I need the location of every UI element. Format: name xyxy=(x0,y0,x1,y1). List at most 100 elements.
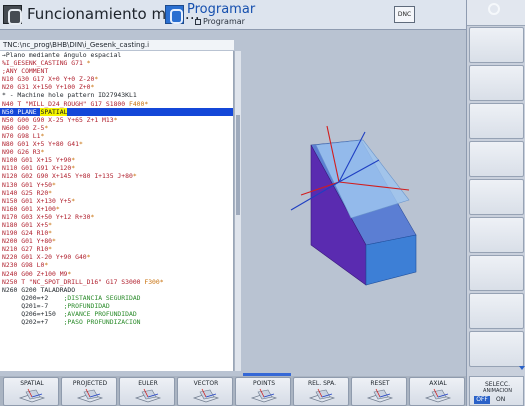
program-line[interactable]: N170 G03 X+50 Y+12 R+30* xyxy=(0,213,233,221)
gear-icon[interactable] xyxy=(488,3,500,15)
program-line[interactable]: N210 G27 R10* xyxy=(0,245,233,253)
program-line[interactable]: N130 G01 Y+50* xyxy=(0,181,233,189)
program-line-segment: * xyxy=(71,164,76,173)
program-line-segment: * xyxy=(48,229,53,238)
program-line-selected[interactable]: N50 PLANE SPATIAL xyxy=(0,107,233,116)
vertical-softkey-5[interactable] xyxy=(469,179,524,215)
program-line-segment: * xyxy=(78,140,83,149)
program-line[interactable]: N240 G00 Z+100 M9* xyxy=(0,270,233,278)
program-line-segment: N130 G01 Y+50 xyxy=(2,180,53,189)
program-line[interactable]: ;ANY COMMENT xyxy=(0,67,233,75)
softkey-reset[interactable]: RESET xyxy=(351,377,407,406)
program-line-segment: * xyxy=(90,83,95,92)
vertical-softkey-7[interactable] xyxy=(469,255,524,291)
program-line[interactable]: N80 G01 X+5 Y+80 G41* xyxy=(0,140,233,148)
vertical-softkey-9[interactable] xyxy=(469,331,524,367)
program-line-segment: N50 PLANE xyxy=(2,107,41,116)
program-line-segment: * xyxy=(52,237,56,246)
program-line[interactable]: N230 G98 L0* xyxy=(0,261,233,269)
program-line[interactable]: %I_GESENK_CASTING G71 * xyxy=(0,59,233,67)
program-line[interactable]: N160 G01 X+100* xyxy=(0,205,233,213)
header-bar: Funcionamiento man… Programar Programar … xyxy=(0,0,466,30)
program-line[interactable]: N150 G01 X+130 Y+5* xyxy=(0,197,233,205)
program-line-segment: N150 G01 X+130 Y+5 xyxy=(2,196,72,205)
program-line[interactable]: N100 G01 X+15 Y+90* xyxy=(0,156,233,164)
program-line-segment: N220 G01 X-20 Y+90 G40 xyxy=(2,253,87,262)
softkey-vector[interactable]: VECTOR xyxy=(177,377,233,406)
program-line-segment: N10 G30 G17 X+0 Y+0 Z-20 xyxy=(2,75,95,84)
program-line-segment: Q201=-7 xyxy=(2,301,64,310)
program-line[interactable]: N200 G01 Y+80* xyxy=(0,237,233,245)
vertical-softkey-2[interactable] xyxy=(469,65,524,101)
program-line-segment: N140 G25 R20 xyxy=(2,188,49,197)
program-line-segment: N250 T "NC_SPOT_DRILL_D16" G17 S3000 xyxy=(2,277,145,286)
program-line[interactable]: Q202=+7 ;PASO PROFUNDIZACION xyxy=(0,318,233,326)
program-line[interactable]: N70 G98 L1* xyxy=(0,132,233,140)
program-line-segment: F300* xyxy=(144,277,164,286)
program-line-segment: N100 G01 X+15 Y+90 xyxy=(2,156,72,165)
program-editor[interactable]: →Plano mediante ángulo espacial %I_GESENK… xyxy=(0,51,234,371)
vertical-softkey-8[interactable] xyxy=(469,293,524,329)
program-line[interactable]: Q206=+150 ;AVANCE PROFUNDIDAD xyxy=(0,310,233,318)
program-mode-icon[interactable] xyxy=(165,5,184,24)
program-title[interactable]: Programar xyxy=(187,2,255,17)
program-line[interactable]: N90 G26 R3* xyxy=(0,148,233,156)
program-line[interactable]: N60 G00 Z-5* xyxy=(0,124,233,132)
program-line[interactable]: N140 G25 R20* xyxy=(0,189,233,197)
program-line[interactable]: N220 G01 X-20 Y+90 G40* xyxy=(0,253,233,261)
machine-mode-icon[interactable] xyxy=(3,5,22,25)
program-line-segment: N260 G200 TALADRADO xyxy=(2,285,76,294)
program-line-segment: N120 G02 G90 X+145 Y+80 I+135 J+80 xyxy=(2,172,133,181)
settings-area[interactable] xyxy=(467,0,525,26)
program-line-segment: %I_GESENK_CASTING G71 xyxy=(2,59,87,68)
vertical-softkey-3[interactable] xyxy=(469,103,524,139)
program-line[interactable]: N50 G00 G90 X-25 Y+65 Z+1 M13* xyxy=(0,116,233,124)
program-subtitle: Programar xyxy=(195,17,245,26)
program-line-segment: * xyxy=(44,261,49,270)
program-line-segment: N50 G00 G90 X-25 Y+65 Z+1 M13 xyxy=(2,115,114,124)
softkey-rel-spa[interactable]: REL. SPA. xyxy=(293,377,349,406)
program-line-segment: N200 G01 Y+80 xyxy=(2,237,53,246)
softkey-label: EULER xyxy=(138,380,158,387)
program-line[interactable]: N20 G31 X+150 Y+100 Z+0* xyxy=(0,83,233,91)
plane-definition-icon xyxy=(76,388,104,403)
program-line-segment: N230 G98 L0 xyxy=(2,261,45,270)
softkey-points[interactable]: POINTS xyxy=(235,377,291,406)
program-line[interactable]: N10 G30 G17 X+0 Y+0 Z-20* xyxy=(0,75,233,83)
plane-graphic-panel xyxy=(241,40,466,372)
program-line[interactable]: N110 G01 G91 X+120* xyxy=(0,164,233,172)
program-line[interactable]: →Plano mediante ángulo espacial xyxy=(0,51,233,59)
program-line-segment: * xyxy=(94,75,99,84)
program-line-segment: Q206=+150 xyxy=(2,310,64,318)
scroll-down-arrow-icon[interactable] xyxy=(519,366,525,370)
softkey-spatial[interactable]: SPATIAL xyxy=(3,377,59,406)
program-line[interactable]: Q201=-7 ;PROFUNDIDAD xyxy=(0,302,233,310)
softkey-euler[interactable]: EULER xyxy=(119,377,175,406)
program-line[interactable]: * - Machine hole pattern ID27943KL1 xyxy=(0,91,233,99)
editor-scrollbar[interactable] xyxy=(234,51,241,371)
dnc-indicator: DNC xyxy=(394,6,415,23)
program-line[interactable]: N190 G24 R10* xyxy=(0,229,233,237)
plane-definition-icon xyxy=(18,388,46,403)
program-line-segment: N80 G01 X+5 Y+80 G41 xyxy=(2,140,79,149)
program-line[interactable]: Q200=+2 ;DISTANCIA SEGURIDAD xyxy=(0,294,233,302)
softkey-projected[interactable]: PROJECTED xyxy=(61,377,117,406)
vertical-softkey-1[interactable] xyxy=(469,27,524,63)
program-line[interactable]: N40 T "MILL_D24_ROUGH" G17 S1800 F400* xyxy=(0,100,233,108)
program-line[interactable]: N180 G01 X+5* xyxy=(0,221,233,229)
program-line[interactable]: N120 G02 G90 X+145 Y+80 I+135 J+80* xyxy=(0,172,233,180)
program-line[interactable]: N250 T "NC_SPOT_DRILL_D16" G17 S3000 F30… xyxy=(0,278,233,286)
program-path: TNC:\nc_prog\BHB\DIN\i_Gesenk_casting.i xyxy=(0,40,234,50)
vertical-softkey-6[interactable] xyxy=(469,217,524,253)
softkey-axial[interactable]: AXIAL xyxy=(409,377,465,406)
plane-definition-icon xyxy=(424,388,452,403)
editor-scrollbar-thumb[interactable] xyxy=(236,115,240,215)
program-line-segment: ;DISTANCIA SEGURIDAD xyxy=(63,293,141,302)
program-line-segment: * xyxy=(40,148,45,157)
program-line-segment: * xyxy=(86,59,91,68)
program-line-segment: →Plano mediante ángulo espacial xyxy=(2,51,122,59)
program-line[interactable]: N260 G200 TALADRADO xyxy=(0,286,233,294)
program-line-segment: N170 G03 X+50 Y+12 R+30 xyxy=(2,212,91,221)
select-animation-softkey[interactable]: SELECC. ANIMACION OFF ON xyxy=(469,376,524,406)
vertical-softkey-4[interactable] xyxy=(469,141,524,177)
